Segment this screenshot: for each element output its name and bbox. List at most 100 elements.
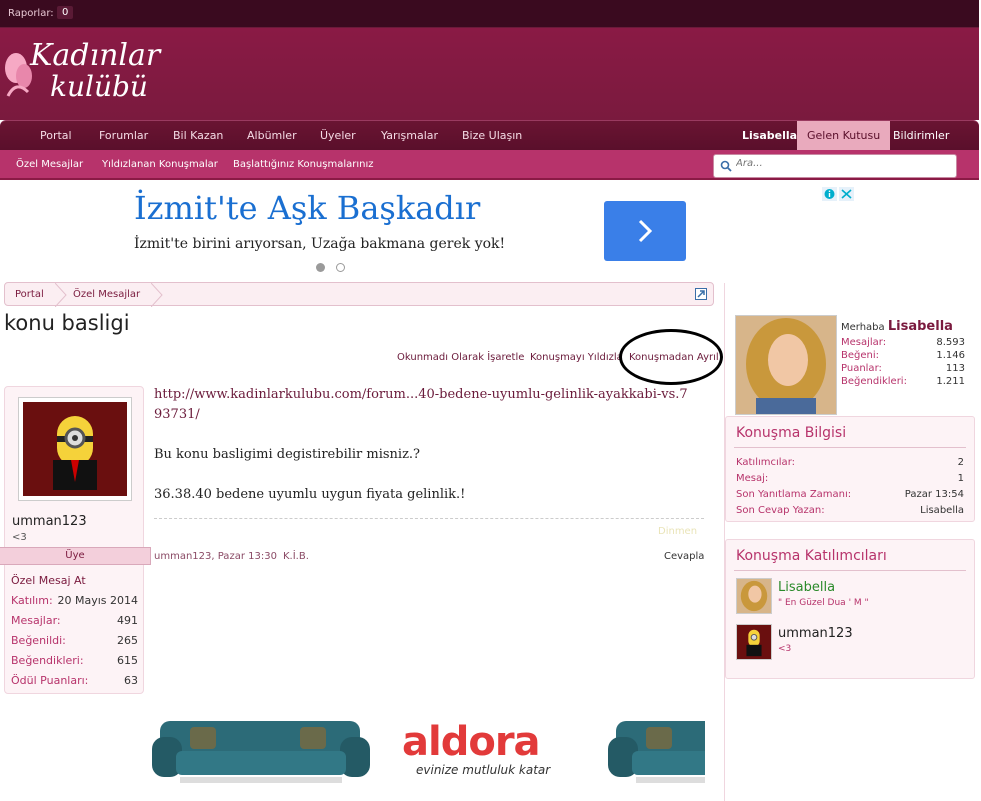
carousel-dot-active[interactable]	[316, 263, 325, 272]
page-title: konu basligi	[4, 311, 130, 335]
ad-subline: İzmit'te birini arıyorsan, Uzağa bakmana…	[134, 236, 506, 252]
info-value[interactable]: Lisabella	[920, 505, 964, 516]
carousel-dot[interactable]	[336, 263, 345, 272]
participant-name[interactable]: Lisabella	[778, 580, 835, 595]
site-logo[interactable]: Kadınlar kulübü	[2, 36, 162, 106]
avatar[interactable]	[736, 578, 772, 614]
nav-members[interactable]: Üyeler	[320, 129, 356, 142]
greeting: Merhaba Lisabella	[841, 319, 953, 334]
participant-name[interactable]: umman123	[778, 626, 853, 641]
ad-info-close-icon[interactable]	[822, 187, 854, 201]
sofa-image	[152, 721, 370, 783]
stat-value: 1.211	[936, 376, 965, 387]
jump-link-icon[interactable]	[695, 288, 707, 300]
post-line: 36.38.40 bedene uyumlu uygun fiyata geli…	[154, 487, 466, 502]
site-header: Kadınlar kulübü	[0, 28, 979, 120]
reports-label[interactable]: Raporlar:	[8, 8, 54, 19]
nav-alerts[interactable]: Bildirimler	[883, 121, 959, 151]
info-label: Mesaj:	[736, 473, 769, 484]
breadcrumb-portal[interactable]: Portal	[15, 289, 44, 300]
info-value: 1	[957, 473, 964, 484]
stat-value: 491	[117, 614, 138, 627]
top-bar: Raporlar: 0	[0, 0, 979, 28]
stat-label: Katılım:	[11, 594, 53, 607]
reply-link[interactable]: Cevapla	[664, 551, 704, 562]
post-author-status: <3	[12, 532, 27, 543]
breadcrumb-separator-icon	[151, 283, 163, 307]
stat-value: 615	[117, 654, 138, 667]
nav-contact[interactable]: Bize Ulaşın	[462, 129, 522, 142]
reports-count-badge[interactable]: 0	[57, 6, 74, 19]
breadcrumb-private-messages[interactable]: Özel Mesajlar	[73, 289, 140, 300]
info-value: 2	[957, 457, 964, 468]
greeting-label: Merhaba	[841, 322, 885, 333]
participants-title: Konuşma Katılımcıları	[736, 548, 887, 564]
stat-label[interactable]: Beğendikleri:	[841, 376, 907, 387]
author-stats: Özel Mesaj At Katılım: 20 Mayıs 2014 Mesa…	[5, 571, 143, 691]
post-author-sidebar: umman123 <3 Üye Özel Mesaj At Katılım: 20…	[0, 386, 151, 694]
conversation-info-title: Konuşma Bilgisi	[736, 425, 847, 441]
stat-label: Ödül Puanları:	[11, 674, 89, 687]
nav-portal[interactable]: Portal	[40, 129, 72, 142]
post-author-name[interactable]: umman123	[12, 514, 87, 529]
stat-label[interactable]: Mesajlar:	[11, 614, 61, 627]
post-link[interactable]: http://www.kadinlarkulubu.com/forum...40…	[154, 385, 694, 425]
nav-inbox[interactable]: Gelen Kutusu	[797, 121, 891, 151]
search-icon	[720, 160, 732, 172]
avatar[interactable]	[736, 624, 772, 660]
breadcrumb: Portal Özel Mesajlar	[4, 282, 714, 307]
subnav-private-messages[interactable]: Özel Mesajlar	[16, 159, 83, 170]
post-meta-extra: K.İ.B.	[283, 551, 309, 562]
highlight-circle-annotation	[619, 329, 723, 385]
participant-status: " En Güzel Dua ' M "	[778, 598, 869, 608]
minion-avatar-image	[23, 402, 127, 496]
main-nav: Portal Forumlar Bil Kazan Albümler Üyele…	[0, 120, 979, 151]
nav-contests[interactable]: Yarışmalar	[381, 129, 438, 142]
breadcrumb-separator-icon	[55, 283, 67, 307]
ad-headline[interactable]: İzmit'te Aşk Başkadır	[134, 189, 480, 227]
divider	[734, 570, 966, 571]
stat-value: 20 Mayıs 2014	[57, 594, 138, 607]
avatar[interactable]	[735, 315, 837, 415]
divider	[734, 447, 966, 448]
nav-albums[interactable]: Albümler	[247, 129, 297, 142]
search-box	[713, 154, 957, 178]
mark-unread-link[interactable]: Okunmadı Olarak İşaretle	[397, 352, 524, 363]
signature-text: Dinmen	[658, 526, 698, 537]
stat-label[interactable]: Beğeni:	[841, 350, 879, 361]
stat-value: 113	[945, 363, 965, 374]
search-input[interactable]	[736, 158, 946, 169]
stat-value: 8.593	[936, 337, 965, 348]
subnav-starred[interactable]: Yıldızlanan Konuşmalar	[102, 159, 218, 170]
ad-next-button[interactable]	[604, 201, 686, 261]
participant-status: <3	[778, 644, 792, 654]
profile-name[interactable]: Lisabella	[888, 319, 953, 334]
stat-label[interactable]: Mesajlar:	[841, 337, 886, 348]
top-advertisement[interactable]: İzmit'te Aşk Başkadır İzmit'te birini ar…	[120, 183, 860, 278]
stat-label: Beğenildi:	[11, 634, 66, 647]
sofa-image	[608, 721, 705, 783]
stat-value: 1.146	[936, 350, 965, 361]
conversation-info-box: Konuşma Bilgisi Katılımcılar: 2 Mesaj: 1 S…	[725, 416, 975, 522]
send-pm-link[interactable]: Özel Mesaj At	[11, 574, 86, 587]
avatar[interactable]	[18, 397, 132, 501]
nav-user[interactable]: Lisabella	[732, 121, 807, 151]
chevron-right-icon	[638, 219, 653, 243]
ad-tagline: evinize mutluluk katar	[416, 763, 551, 777]
nav-forums[interactable]: Forumlar	[99, 129, 148, 142]
info-label: Son Cevap Yazan:	[736, 505, 825, 516]
post-message: http://www.kadinlarkulubu.com/forum...40…	[154, 385, 694, 505]
stat-value: 63	[124, 674, 138, 687]
nav-quiz[interactable]: Bil Kazan	[173, 129, 223, 142]
logo-text-line1: Kadınlar	[30, 38, 161, 73]
participant-item[interactable]: Lisabella " En Güzel Dua ' M "	[736, 578, 966, 616]
participant-item[interactable]: umman123 <3	[736, 624, 966, 662]
ad-brand: aldora	[402, 719, 541, 765]
stat-value: 265	[117, 634, 138, 647]
subnav-started[interactable]: Başlattığınız Konuşmalarınız	[233, 159, 374, 170]
info-label: Katılımcılar:	[736, 457, 795, 468]
post-meta[interactable]: umman123, Pazar 13:30	[154, 551, 277, 562]
bottom-advertisement[interactable]: aldora evinize mutluluk katar	[150, 705, 705, 797]
stat-label[interactable]: Puanlar:	[841, 363, 882, 374]
star-conversation-link[interactable]: Konuşmayı Yıldızla	[530, 352, 623, 363]
